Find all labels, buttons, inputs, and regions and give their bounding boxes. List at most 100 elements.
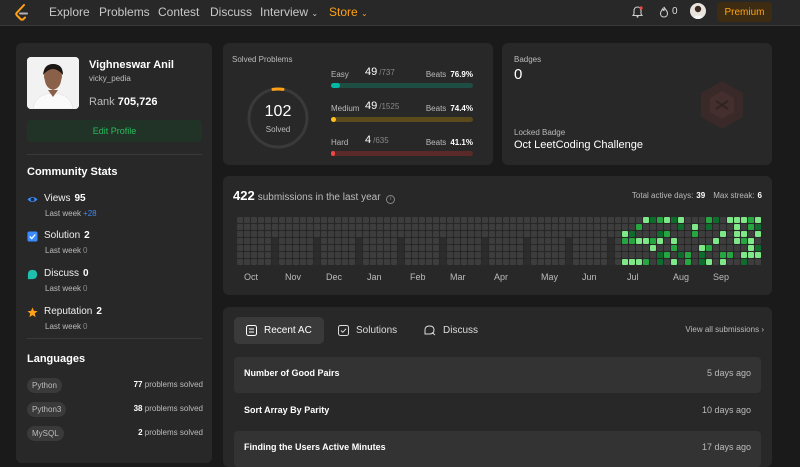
solved-total: 102 bbox=[264, 103, 292, 120]
premium-button[interactable]: Premium bbox=[717, 2, 772, 22]
heatmap-cell bbox=[300, 259, 306, 265]
streak-fire-icon[interactable] bbox=[659, 6, 669, 18]
heatmap-cell bbox=[524, 231, 530, 237]
heatmap-cell bbox=[258, 231, 264, 237]
heatmap-cell bbox=[538, 238, 544, 244]
user-avatar[interactable] bbox=[690, 3, 706, 19]
heatmap-cell bbox=[412, 245, 418, 251]
recent-row[interactable]: Sort Array By Parity 10 days ago bbox=[234, 394, 761, 430]
heatmap-cell bbox=[650, 238, 656, 244]
heatmap-cell bbox=[734, 252, 740, 258]
heatmap-cell bbox=[699, 259, 705, 265]
heatmap-cell bbox=[293, 231, 299, 237]
nav-problems[interactable]: Problems bbox=[99, 5, 150, 19]
recent-row[interactable]: Finding the Users Active Minutes 17 days… bbox=[234, 431, 761, 467]
heatmap-cell bbox=[503, 245, 509, 251]
heatmap-cell bbox=[650, 224, 656, 230]
heatmap-cell bbox=[272, 224, 278, 230]
difficulty-hard: Hard 4/635 Beats 41.1% bbox=[331, 134, 473, 158]
notification-bell-icon[interactable] bbox=[632, 6, 643, 18]
heatmap-cell bbox=[377, 224, 383, 230]
heatmap-cell bbox=[356, 238, 362, 244]
heatmap-cell bbox=[314, 217, 320, 223]
heatmap-cell bbox=[748, 238, 754, 244]
heatmap-cell bbox=[307, 252, 313, 258]
view-all-submissions-link[interactable]: View all submissions › bbox=[685, 325, 764, 334]
nav-explore[interactable]: Explore bbox=[49, 5, 90, 19]
heatmap-cell bbox=[251, 217, 257, 223]
nav-contest[interactable]: Contest bbox=[158, 5, 199, 19]
heatmap-cell bbox=[342, 245, 348, 251]
heatmap-cell bbox=[349, 252, 355, 258]
language-tag[interactable]: Python bbox=[27, 378, 62, 393]
heatmap-cell bbox=[517, 245, 523, 251]
rank-label: Rank bbox=[89, 96, 115, 108]
heatmap-cell bbox=[503, 259, 509, 265]
stat-reputation: Reputation 2 Last week 0 bbox=[27, 305, 207, 337]
heatmap-cell bbox=[692, 231, 698, 237]
heatmap-cell bbox=[405, 224, 411, 230]
heatmap-cell bbox=[608, 224, 614, 230]
heatmap-cell bbox=[377, 259, 383, 265]
stat-discuss: Discuss 0 Last week 0 bbox=[27, 267, 207, 299]
heatmap-cell bbox=[244, 217, 250, 223]
heatmap-cell bbox=[335, 252, 341, 258]
stat-reputation-sub: Last week 0 bbox=[45, 322, 88, 331]
heatmap-cell bbox=[398, 217, 404, 223]
nav-store-label: Store bbox=[329, 5, 358, 19]
heatmap-cell bbox=[384, 245, 390, 251]
heatmap-cell bbox=[615, 252, 621, 258]
nav-store[interactable]: Store ⌄ bbox=[329, 5, 368, 19]
language-tag[interactable]: MySQL bbox=[27, 426, 64, 441]
heatmap-cell bbox=[328, 238, 334, 244]
heatmap-cell bbox=[370, 238, 376, 244]
difficulty-count: 4/635 bbox=[365, 134, 389, 146]
tab-discuss[interactable]: Discuss bbox=[412, 317, 490, 344]
heatmap-cell bbox=[426, 259, 432, 265]
heatmap-cell bbox=[510, 245, 516, 251]
submissions-header: 422 submissions in the last year i bbox=[233, 188, 396, 204]
heatmap-cell bbox=[447, 259, 453, 265]
heatmap-cell bbox=[713, 252, 719, 258]
heatmap-cell bbox=[678, 252, 684, 258]
heatmap-cell bbox=[517, 238, 523, 244]
heatmap-cell bbox=[734, 259, 740, 265]
heatmap-cell bbox=[349, 217, 355, 223]
heatmap-cell bbox=[328, 259, 334, 265]
recent-row-title: Sort Array By Parity bbox=[244, 405, 330, 415]
heatmap-cell bbox=[538, 224, 544, 230]
heatmap-cell bbox=[237, 245, 243, 251]
locked-badge-icon[interactable] bbox=[698, 79, 746, 131]
heatmap-cell bbox=[538, 259, 544, 265]
leetcode-logo-icon[interactable] bbox=[14, 4, 30, 22]
info-icon[interactable]: i bbox=[386, 195, 396, 204]
heatmap-cell bbox=[398, 224, 404, 230]
language-tag[interactable]: Python3 bbox=[27, 402, 67, 417]
nav-interview[interactable]: Interview ⌄ bbox=[260, 5, 318, 19]
heatmap-cell bbox=[510, 238, 516, 244]
heatmap-cell bbox=[629, 217, 635, 223]
heatmap-cell bbox=[286, 259, 292, 265]
heatmap-cell bbox=[538, 217, 544, 223]
heatmap-cell bbox=[734, 224, 740, 230]
recent-row[interactable]: Number of Good Pairs 5 days ago bbox=[234, 357, 761, 393]
profile-rank: Rank 705,726 bbox=[89, 96, 158, 108]
heatmap-cell bbox=[720, 217, 726, 223]
heatmap-cell bbox=[433, 231, 439, 237]
tab-solutions[interactable]: Solutions bbox=[326, 317, 409, 344]
heatmap-cell bbox=[552, 259, 558, 265]
stat-views-label: Views 95 bbox=[44, 193, 86, 204]
heatmap-cell bbox=[391, 245, 397, 251]
heatmap-cell bbox=[748, 224, 754, 230]
heatmap-cell bbox=[468, 217, 474, 223]
heatmap-cell bbox=[286, 231, 292, 237]
nav-discuss[interactable]: Discuss bbox=[210, 5, 252, 19]
heatmap-cell bbox=[440, 252, 446, 258]
heatmap-cell bbox=[552, 238, 558, 244]
heatmap-cell bbox=[559, 245, 565, 251]
tab-recent-ac[interactable]: Recent AC bbox=[234, 317, 324, 344]
edit-profile-button[interactable]: Edit Profile bbox=[27, 120, 202, 142]
heatmap-cell bbox=[391, 231, 397, 237]
heatmap-cell bbox=[314, 245, 320, 251]
difficulty-bar-fill bbox=[331, 151, 335, 156]
